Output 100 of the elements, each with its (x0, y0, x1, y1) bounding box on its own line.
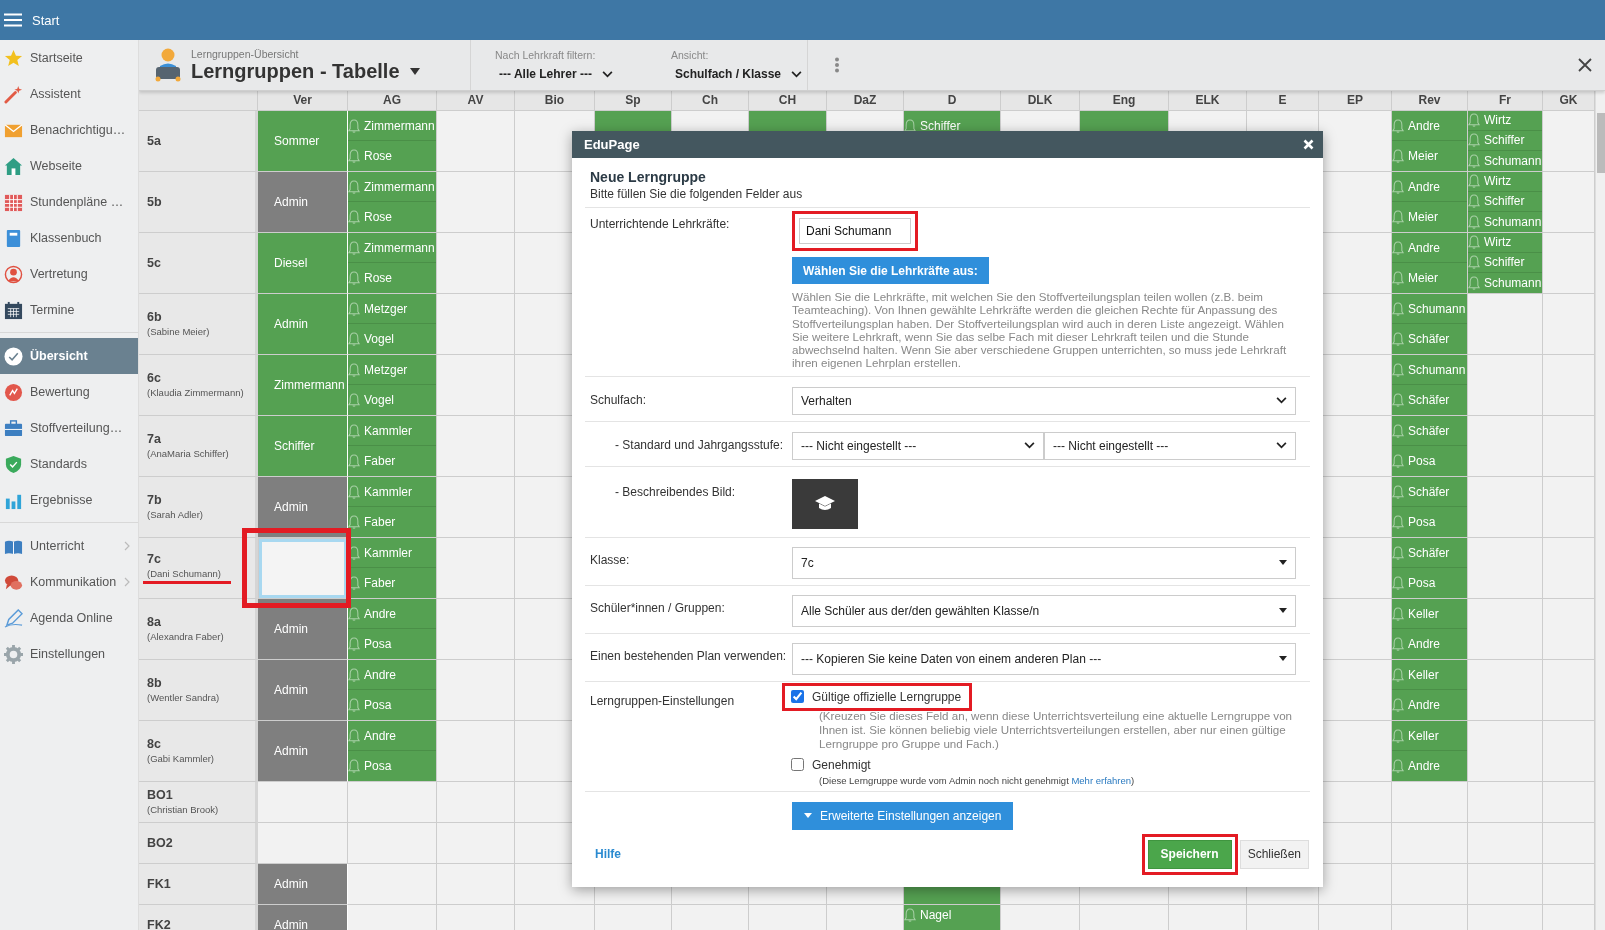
teacher-label: (AnaMaria Schiffer) (147, 447, 229, 461)
option-note: (Kreuzen Sie dieses Feld an, wenn diese Unterrichtsverteilung eine aktuelle Lerngruppe von Ihnen ist. Sie können beliebig viele Unterrichtsverteilungen erstellen, aber nur einen gültige Lerngruppe pro Gruppe und Fach.) (818, 708, 1294, 751)
teacher-name: Posa (364, 698, 392, 712)
field-label: Schüler*innen / Gruppen: (590, 599, 726, 617)
teacher-name: Schumann (1484, 153, 1542, 168)
class-label: 7a (147, 431, 162, 446)
teacher-name: Faber (364, 515, 396, 529)
teacher-name: Rose (364, 149, 392, 163)
teacher-name: Andre (1408, 240, 1441, 255)
teacher-label: (Sabine Meier) (147, 325, 210, 339)
teacher-name: Schäfer (1408, 484, 1450, 499)
teacher-label: (Christian Brook) (147, 803, 219, 817)
field-label: Unterrichtende Lehrkräfte: (590, 216, 731, 233)
teacher-name: Zimmermann (364, 179, 435, 194)
teacher-name: Andre (364, 667, 397, 682)
class-label: 5b (147, 195, 163, 209)
field-label: Schulfach: (590, 391, 648, 409)
field-label: Lerngruppen-Einstellungen (590, 692, 736, 710)
class-label: 7b (147, 492, 163, 507)
teacher-name: Schumann (1484, 214, 1542, 229)
teacher-name: Wirtz (1484, 174, 1512, 189)
teacher-name: Schäfer (1408, 545, 1450, 560)
field-label: - Beschreibendes Bild: (614, 483, 737, 501)
teacher-name: Zimmermann (364, 240, 435, 255)
class-label: FK1 (147, 877, 172, 891)
dialog-title: EduPage (584, 137, 640, 152)
teacher-name: Schiffer (920, 119, 961, 133)
teacher-name: Keller (1408, 728, 1439, 743)
class-label: 5c (147, 256, 162, 270)
teacher-name: Meier (1408, 271, 1438, 285)
checkbox-label: Gültige offizielle Lerngruppe (812, 689, 962, 704)
page-subtitle: Lerngruppen-Übersicht (191, 47, 300, 60)
teacher-name: Andre (1408, 759, 1441, 773)
teacher-name: Schäfer (1408, 332, 1450, 346)
teacher-name: Schäfer (1408, 423, 1450, 438)
teacher-name: Andre (1408, 118, 1441, 133)
teacher-name: Schumann (1484, 275, 1542, 290)
teacher-name: Schiffer (1484, 255, 1525, 270)
teacher-name: Keller (1408, 606, 1439, 621)
teacher-name: Metzger (364, 362, 408, 377)
teacher-name: Meier (1408, 210, 1438, 224)
page-title: Lerngruppen - Tabelle (191, 59, 400, 83)
field-label: Einen bestehenden Plan verwenden: (590, 647, 788, 665)
teacher-name: Faber (364, 454, 396, 468)
class-label: FK2 (147, 918, 172, 930)
teacher-label: (Klaudia Zimmermann) (147, 386, 244, 400)
teacher-label: (Alexandra Faber) (147, 630, 224, 644)
class-label: 8a (147, 614, 162, 629)
teacher-name: Keller (1408, 667, 1439, 682)
teacher-name: Schiffer (1484, 194, 1525, 209)
teacher-name: Schumann (1408, 301, 1466, 316)
teacher-name: Schäfer (1408, 393, 1450, 407)
help-text: Wählen Sie die Lehrkräfte, mit welchen Sie den Stoffverteilungsplan teilen wollen (z.B. beim Teamteaching). Von Ihnen gewählte Lehrkräfte werden die gleichen Rechte für Anpassung des Stoffverteilungsplan haben. Der Stoffverteilungsplan wird auch in deren Liste angezeigt. Wählen Sie weitere Lehrkraft, wenn Sie das selbe Fach mit dieser Lehrkraft teilen und die Stunde abwechselnd halten. Wenn Sie aber verschiedene Gruppen unterrichten, so muss jede Lehrkraft ihren eigenen Lehrplan erstellen. (792, 290, 1288, 370)
dialog-subheading: Bitte füllen Sie die folgenden Felder aus (590, 187, 804, 201)
teacher-name: Meier (1408, 149, 1438, 163)
class-label: 8b (147, 675, 163, 690)
teacher-name: Posa (1408, 515, 1436, 529)
teacher-name: Rose (364, 210, 392, 224)
app-title: Start (32, 12, 60, 28)
teacher-label: (Dani Schumann) (143, 568, 231, 584)
teacher-label: (Sarah Adler) (147, 508, 203, 522)
teacher-name: Kammler (364, 423, 412, 438)
teacher-name: Wirtz (1484, 235, 1512, 250)
teacher-name: Schumann (1408, 362, 1466, 377)
field-label: - Standard und Jahrgangsstufe: (614, 436, 785, 454)
teacher-name: Kammler (364, 484, 412, 499)
teacher-name: Rose (364, 271, 392, 285)
teacher-name: Faber (364, 576, 396, 590)
teacher-name: Nagel (920, 908, 952, 922)
teacher-name: Posa (1408, 454, 1436, 468)
class-label: BO1 (147, 787, 174, 802)
teacher-name: Kammler (364, 545, 412, 560)
teacher-name: Vogel (364, 332, 395, 346)
teacher-label: (Wentler Sandra) (147, 691, 220, 705)
teacher-name: Schiffer (1484, 133, 1525, 148)
field-label: Klasse: (590, 551, 631, 569)
dialog-heading: Neue Lerngruppe (590, 169, 707, 185)
teacher-name: Posa (364, 759, 392, 773)
class-label: 7c (147, 552, 162, 566)
checkbox-label: Genehmigt (812, 757, 871, 772)
teacher-label: (Gabi Kammler) (147, 752, 215, 766)
filter-label: Ansicht: (671, 49, 710, 61)
approval-note: (Diese Lerngruppe wurde vom Admin noch nicht genehmigt Mehr erfahren) (818, 773, 1136, 788)
class-label: 8c (147, 736, 162, 751)
filter-label: Nach Lehrkraft filtern: (495, 49, 597, 61)
teacher-name: Andre (364, 606, 397, 621)
class-label: BO2 (147, 836, 174, 850)
teacher-name: Metzger (364, 301, 408, 316)
class-label: 6c (147, 370, 162, 385)
teacher-name: Zimmermann (364, 118, 435, 133)
teacher-name: Andre (1408, 637, 1441, 651)
teacher-name: Andre (364, 728, 397, 743)
class-label: 6b (147, 309, 163, 324)
class-label: 5a (147, 134, 162, 148)
teacher-name: Wirtz (1484, 113, 1512, 128)
teacher-name: Posa (364, 637, 392, 651)
teacher-name: Andre (1408, 179, 1441, 194)
teacher-name: Posa (1408, 576, 1436, 590)
teacher-name: Vogel (364, 393, 395, 407)
teacher-name: Andre (1408, 698, 1441, 712)
